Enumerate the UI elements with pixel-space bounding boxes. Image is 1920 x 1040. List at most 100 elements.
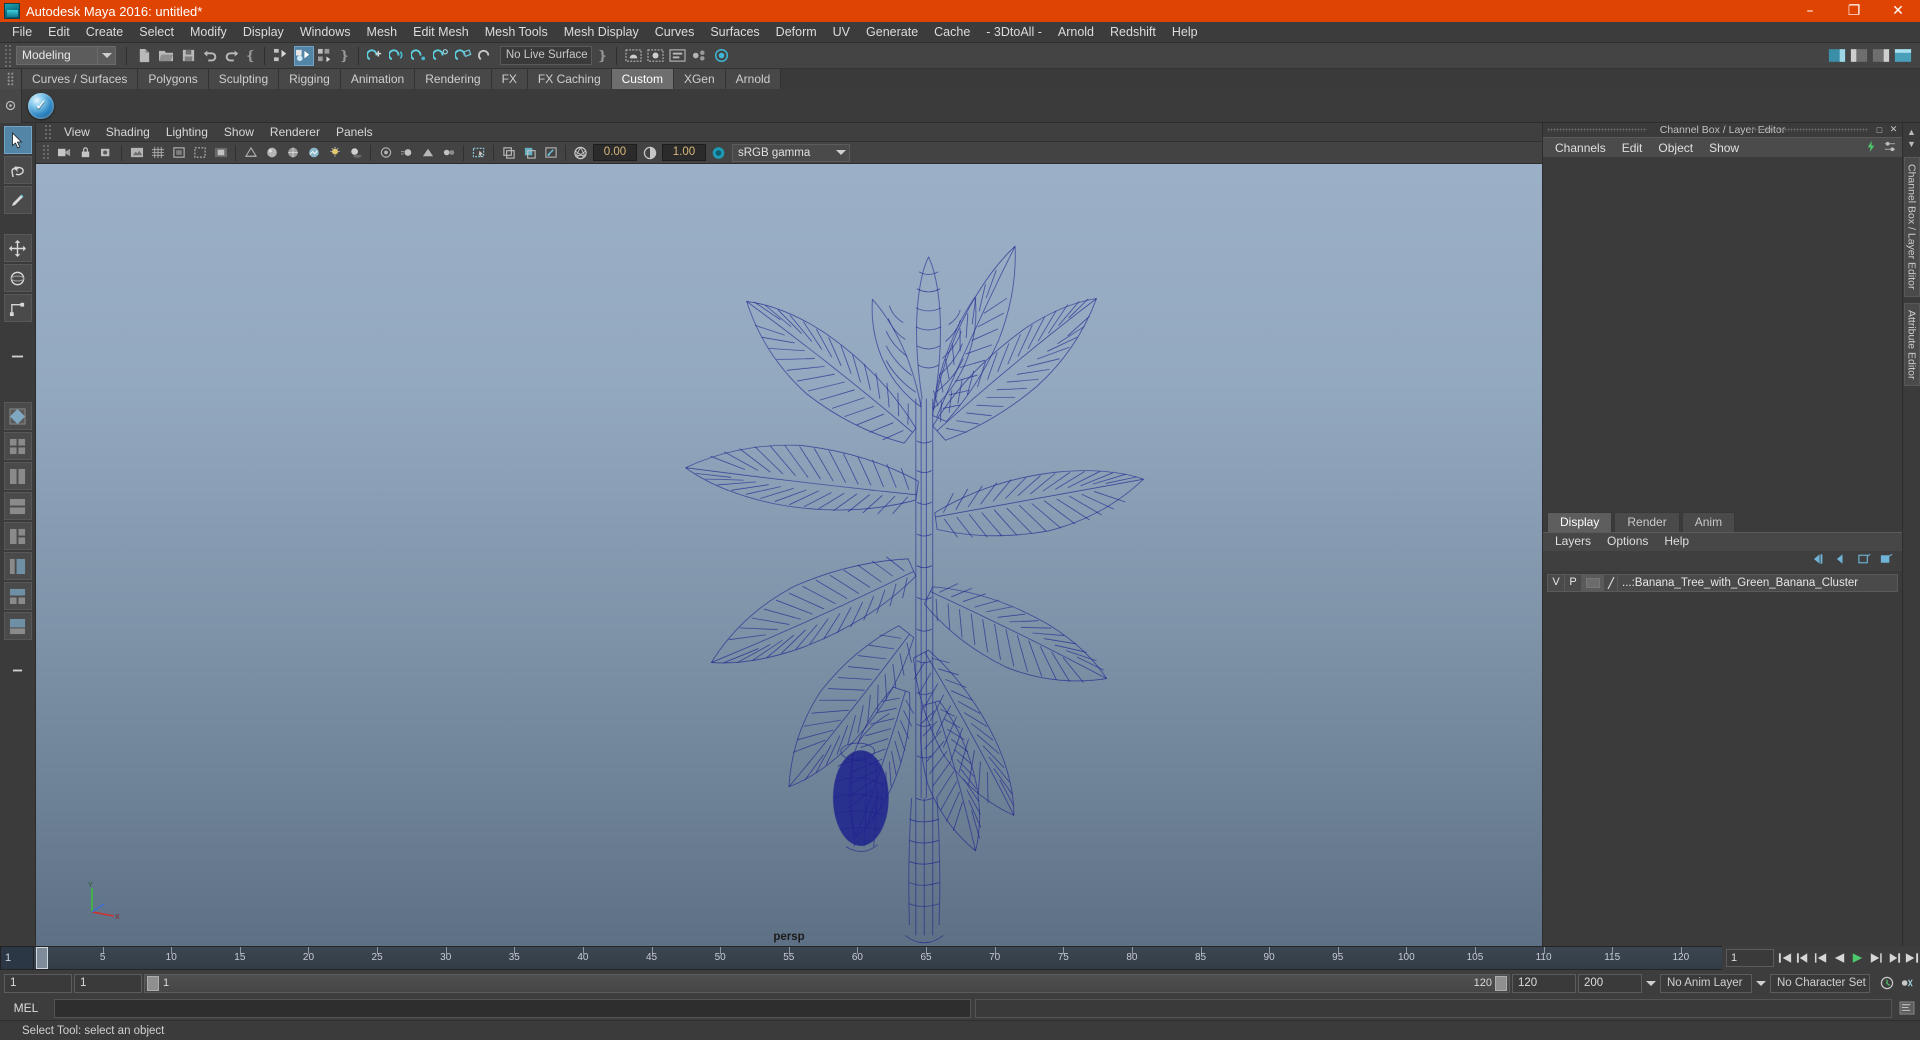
make-live-icon[interactable] <box>476 46 496 66</box>
live-surface-field[interactable]: No Live Surface <box>499 46 592 65</box>
snap-to-projected-center-icon[interactable] <box>432 46 452 66</box>
menu-help[interactable]: Help <box>1164 22 1206 43</box>
layer-tab-display[interactable]: Display <box>1547 511 1613 532</box>
menu-edit[interactable]: Edit <box>40 22 78 43</box>
menu-uv[interactable]: UV <box>825 22 858 43</box>
snap-to-curve-icon[interactable] <box>388 46 408 66</box>
step-back-keyframe-button[interactable] <box>1794 949 1812 967</box>
multisample-aa-icon[interactable] <box>418 143 437 162</box>
channel-box-sliders-icon[interactable] <box>1883 140 1897 156</box>
exposure-value-field[interactable]: 0.00 <box>593 144 637 161</box>
range-slider-right-handle[interactable] <box>1495 975 1507 991</box>
image-plane-icon[interactable] <box>127 143 146 162</box>
shelf-grip-handle[interactable] <box>0 69 22 89</box>
shadows-icon[interactable] <box>346 143 365 162</box>
menu-display[interactable]: Display <box>235 22 292 43</box>
layer-prev-icon[interactable] <box>1835 553 1850 568</box>
select-camera-icon[interactable] <box>55 143 74 162</box>
paint-select-tool[interactable] <box>3 186 32 214</box>
shelf-tab-custom[interactable]: Custom <box>611 69 674 89</box>
camera-attributes-icon[interactable] <box>97 143 116 162</box>
layout-outliner-persp[interactable] <box>3 552 32 580</box>
gamma-value-field[interactable]: 1.00 <box>662 144 706 161</box>
menu-3dtoall[interactable]: - 3DtoAll - <box>978 22 1050 43</box>
select-by-hierarchy-icon[interactable] <box>272 46 292 66</box>
last-tool-used[interactable] <box>4 342 32 370</box>
render-view-icon[interactable] <box>712 46 732 66</box>
script-editor-icon[interactable] <box>1896 999 1918 1017</box>
save-scene-icon[interactable] <box>178 46 198 66</box>
anim-layer-dropdown-arrow[interactable] <box>1754 980 1768 986</box>
layer-new-selected-icon[interactable] <box>1879 553 1894 568</box>
layer-shading-swatch[interactable] <box>1582 573 1604 592</box>
layer-menu-options[interactable]: Options <box>1599 532 1656 551</box>
table-row[interactable]: V P ...:Banana_Tree_with_Green_Banana_Cl… <box>1547 573 1898 592</box>
menu-generate[interactable]: Generate <box>858 22 926 43</box>
gamma-icon[interactable] <box>640 143 659 162</box>
step-forward-frame-button[interactable] <box>1866 949 1884 967</box>
menu-file[interactable]: File <box>4 22 40 43</box>
side-tab-channel-box[interactable]: Channel Box / Layer Editor <box>1903 157 1920 297</box>
menu-set-dropdown-arrow[interactable] <box>98 46 116 65</box>
select-by-object-type-icon[interactable] <box>293 45 314 66</box>
current-frame-field[interactable]: 1 <box>1726 949 1774 967</box>
time-slider-playhead[interactable] <box>36 947 48 969</box>
menu-windows[interactable]: Windows <box>292 22 359 43</box>
shelf-item-banana-tree[interactable]: ✓ <box>26 91 56 121</box>
channel-menu-edit[interactable]: Edit <box>1614 138 1651 158</box>
wireframe-shading-icon[interactable] <box>241 143 260 162</box>
layer-name[interactable]: ...:Banana_Tree_with_Green_Banana_Cluste… <box>1618 577 1858 589</box>
screen-space-ao-icon[interactable] <box>376 143 395 162</box>
menu-edit-mesh[interactable]: Edit Mesh <box>405 22 477 43</box>
layer-first-icon[interactable] <box>1813 553 1828 568</box>
shelf-tab-curves-surfaces[interactable]: Curves / Surfaces <box>22 69 139 89</box>
layer-new-empty-icon[interactable] <box>1857 553 1872 568</box>
layer-tab-anim[interactable]: Anim <box>1681 511 1736 532</box>
close-button[interactable]: ✕ <box>1876 0 1920 22</box>
gate-mask-icon[interactable] <box>211 143 230 162</box>
animation-start-field[interactable]: 1 <box>4 973 72 993</box>
toggle-attribute-editor-icon[interactable] <box>1827 46 1847 66</box>
maximize-button[interactable]: ❐ <box>1832 0 1876 22</box>
command-language-label[interactable]: MEL <box>2 1001 50 1015</box>
display-layer-list[interactable]: V P ...:Banana_Tree_with_Green_Banana_Cl… <box>1543 570 1902 946</box>
channel-box-content[interactable] <box>1543 157 1902 512</box>
minimize-button[interactable]: – <box>1788 0 1832 22</box>
go-to-end-button[interactable] <box>1902 949 1920 967</box>
channel-menu-object[interactable]: Object <box>1650 138 1701 158</box>
color-management-toggle-icon[interactable] <box>709 143 728 162</box>
animation-preferences-icon[interactable] <box>1898 974 1916 992</box>
menu-redshift[interactable]: Redshift <box>1102 22 1164 43</box>
command-input-field[interactable] <box>54 998 971 1018</box>
smooth-shade-all-icon[interactable] <box>262 143 281 162</box>
depth-of-field-icon[interactable] <box>439 143 458 162</box>
move-tool[interactable] <box>3 234 32 262</box>
viewport-menu-view[interactable]: View <box>56 123 98 142</box>
range-slider[interactable]: 1 120 <box>144 973 1510 993</box>
panel-close-button[interactable]: ✕ <box>1888 124 1899 135</box>
layer-tab-render[interactable]: Render <box>1614 511 1680 532</box>
render-current-frame-icon[interactable] <box>624 46 644 66</box>
xray-joints-icon[interactable] <box>520 143 539 162</box>
new-scene-icon[interactable] <box>134 46 154 66</box>
open-scene-icon[interactable] <box>156 46 176 66</box>
shelf-tab-xgen[interactable]: XGen <box>673 69 726 89</box>
viewport-menu-grip[interactable] <box>44 124 53 140</box>
range-dropdown-arrow[interactable] <box>1644 980 1658 986</box>
shelf-tab-fx[interactable]: FX <box>491 69 528 89</box>
channel-menu-show[interactable]: Show <box>1701 138 1747 158</box>
play-forwards-button[interactable] <box>1848 949 1866 967</box>
layout-hypershade[interactable] <box>3 582 32 610</box>
hypershade-icon[interactable] <box>690 46 710 66</box>
chevron-down-icon[interactable]: ▼ <box>1907 139 1916 151</box>
panel-undock-button[interactable]: □ <box>1874 124 1885 135</box>
shelf-tab-fx-caching[interactable]: FX Caching <box>527 69 612 89</box>
shelf-tab-polygons[interactable]: Polygons <box>138 69 209 89</box>
toggle-channel-box-icon[interactable] <box>1871 46 1891 66</box>
viewport-menu-show[interactable]: Show <box>216 123 262 142</box>
color-management-dropdown[interactable]: sRGB gamma <box>732 143 850 162</box>
character-set-selector[interactable]: No Character Set <box>1770 973 1870 993</box>
motion-blur-icon[interactable] <box>397 143 416 162</box>
undo-icon[interactable] <box>200 46 220 66</box>
shelf-tab-arnold[interactable]: Arnold <box>725 69 782 89</box>
